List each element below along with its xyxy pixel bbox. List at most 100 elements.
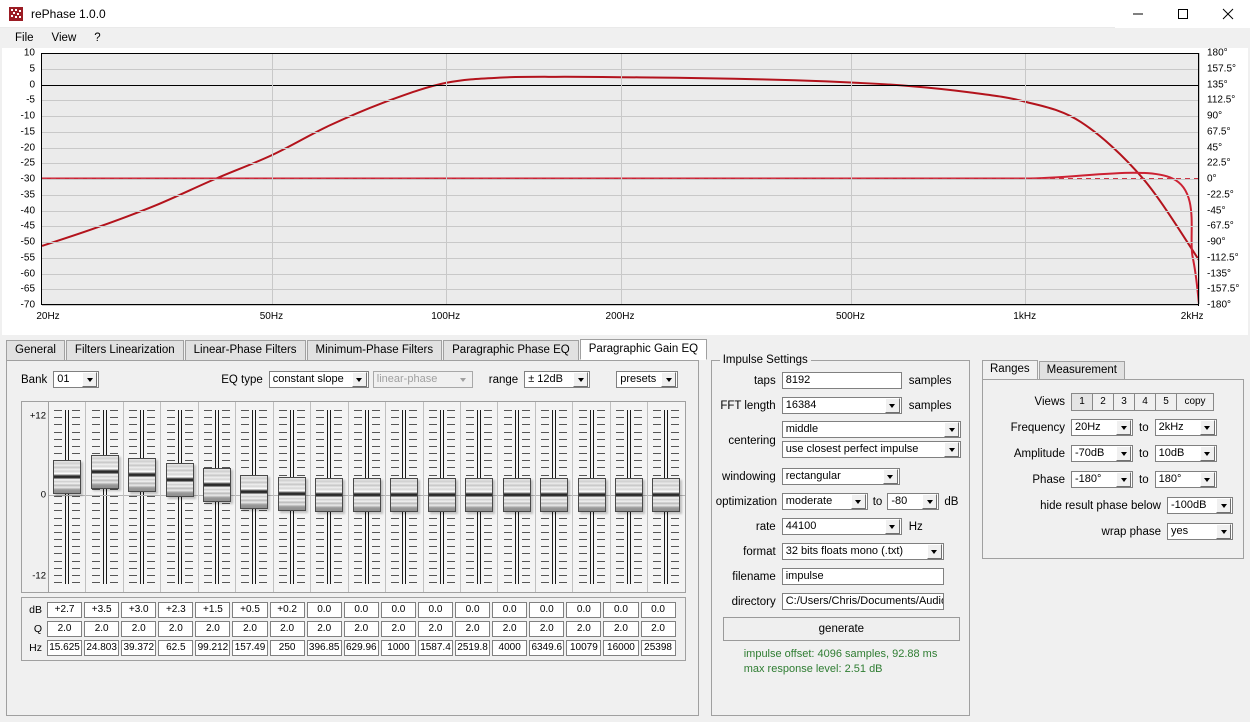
eqtype-select[interactable]: constant slope xyxy=(268,371,369,388)
eq-q-cell[interactable]: 2.0 xyxy=(417,620,454,637)
centering-mode-select[interactable]: use closest perfect impulse xyxy=(781,441,961,458)
frequency-from-select[interactable]: 20Hz xyxy=(1071,419,1133,436)
frequency-to-select[interactable]: 2kHz xyxy=(1154,419,1217,436)
eq-hz-cell[interactable]: 396.85 xyxy=(306,639,342,656)
bank-select[interactable]: 01 xyxy=(53,371,100,388)
menu-help[interactable]: ? xyxy=(85,30,109,46)
eq-hz-cell[interactable]: 2519.8 xyxy=(455,639,491,656)
centering-select[interactable]: middle xyxy=(781,421,961,438)
slider-knob[interactable] xyxy=(277,476,306,511)
eq-q-cell[interactable]: 2.0 xyxy=(492,620,528,637)
response-graph[interactable]: 10 5 0 -5 -10 -15 -20 -25 -30 -35 -40 -45 -50 -55 -60 -… xyxy=(2,48,1248,335)
tab-general[interactable]: General xyxy=(6,340,65,360)
eq-db-cell[interactable]: 0.0 xyxy=(343,601,379,618)
generate-button[interactable]: generate xyxy=(722,617,960,641)
eq-hz-cell[interactable]: 629.96 xyxy=(343,639,379,656)
wrap-phase-select[interactable]: yes xyxy=(1167,523,1233,540)
eq-q-cell[interactable]: 2.0 xyxy=(529,620,565,637)
fft-length-select[interactable]: 16384 xyxy=(781,397,902,414)
view-button-5[interactable]: 5 xyxy=(1155,392,1177,411)
eq-hz-cell[interactable]: 157.49 xyxy=(232,639,268,656)
eq-band-slider[interactable] xyxy=(573,402,611,592)
eq-db-cell[interactable]: 0.0 xyxy=(529,601,565,618)
hide-phase-select[interactable]: -100dB xyxy=(1167,497,1233,514)
eq-db-cell[interactable]: 0.0 xyxy=(417,601,454,618)
eq-hz-cell[interactable]: 24.803 xyxy=(84,639,120,656)
view-button-1[interactable]: 1 xyxy=(1071,392,1093,411)
slider-knob[interactable] xyxy=(465,478,494,513)
presets-select[interactable]: presets xyxy=(616,371,679,388)
menu-file[interactable]: File xyxy=(6,30,43,46)
slider-knob[interactable] xyxy=(315,478,344,513)
slider-knob[interactable] xyxy=(540,478,569,513)
tab-ranges[interactable]: Ranges xyxy=(982,360,1038,379)
slider-knob[interactable] xyxy=(53,460,82,495)
range-select[interactable]: ± 12dB xyxy=(524,371,591,388)
slider-knob[interactable] xyxy=(502,478,531,513)
slider-knob[interactable] xyxy=(240,474,269,509)
eq-q-cell[interactable]: 2.0 xyxy=(84,620,120,637)
phase-from-select[interactable]: -180° xyxy=(1071,471,1133,488)
eq-q-cell[interactable]: 2.0 xyxy=(343,620,379,637)
eq-db-cell[interactable]: 0.0 xyxy=(640,601,676,618)
eq-db-cell[interactable]: 0.0 xyxy=(306,601,342,618)
rate-select[interactable]: 44100 xyxy=(781,518,902,535)
eq-hz-cell[interactable]: 1587.4 xyxy=(417,639,454,656)
eq-band-slider[interactable] xyxy=(123,402,162,592)
eq-q-cell[interactable]: 2.0 xyxy=(640,620,676,637)
eq-db-cell[interactable]: 0.0 xyxy=(455,601,491,618)
eq-hz-cell[interactable]: 62.5 xyxy=(158,639,194,656)
eq-db-cell[interactable]: +2.3 xyxy=(158,601,194,618)
eq-band-slider[interactable] xyxy=(198,402,237,592)
eq-hz-cell[interactable]: 1000 xyxy=(380,639,416,656)
slider-knob[interactable] xyxy=(352,478,381,513)
amplitude-from-select[interactable]: -70dB xyxy=(1071,445,1133,462)
eq-band-slider[interactable] xyxy=(423,402,461,592)
eq-band-slider[interactable] xyxy=(535,402,574,592)
slider-knob[interactable] xyxy=(427,478,456,513)
slider-knob[interactable] xyxy=(615,478,644,513)
tab-paragraphic-phase-eq[interactable]: Paragraphic Phase EQ xyxy=(443,340,579,360)
filename-input[interactable]: impulse xyxy=(781,568,944,585)
slider-knob[interactable] xyxy=(165,462,194,497)
eq-db-cell[interactable]: 0.0 xyxy=(380,601,416,618)
plot-area[interactable] xyxy=(41,53,1200,306)
eq-q-cell[interactable]: 2.0 xyxy=(306,620,342,637)
slider-knob[interactable] xyxy=(390,478,419,513)
menu-view[interactable]: View xyxy=(43,30,86,46)
eq-hz-cell[interactable]: 10079 xyxy=(566,639,602,656)
eq-q-cell[interactable]: 2.0 xyxy=(380,620,416,637)
eq-q-cell[interactable]: 2.0 xyxy=(47,620,83,637)
eq-q-cell[interactable]: 2.0 xyxy=(455,620,491,637)
optimization-select[interactable]: moderate xyxy=(781,493,868,510)
amplitude-to-select[interactable]: 10dB xyxy=(1154,445,1217,462)
eq-band-slider[interactable] xyxy=(273,402,312,592)
eq-db-cell[interactable]: +3.5 xyxy=(84,601,120,618)
minimize-button[interactable] xyxy=(1115,0,1160,28)
eq-hz-cell[interactable]: 25398 xyxy=(640,639,676,656)
eq-band-slider[interactable] xyxy=(648,402,685,592)
eq-db-cell[interactable]: 0.0 xyxy=(492,601,528,618)
windowing-select[interactable]: rectangular xyxy=(781,468,900,485)
eq-q-cell[interactable]: 2.0 xyxy=(269,620,305,637)
format-select[interactable]: 32 bits floats mono (.txt) xyxy=(781,543,944,560)
tab-minimum-phase-filters[interactable]: Minimum-Phase Filters xyxy=(306,340,443,360)
eq-band-slider[interactable] xyxy=(311,402,349,592)
copy-view-button[interactable]: copy xyxy=(1176,392,1214,411)
eq-hz-cell[interactable]: 6349.6 xyxy=(529,639,565,656)
eq-band-slider[interactable] xyxy=(86,402,124,592)
eq-db-cell[interactable]: +0.5 xyxy=(232,601,268,618)
eq-hz-cell[interactable]: 4000 xyxy=(492,639,528,656)
slider-knob[interactable] xyxy=(90,455,119,490)
eq-q-cell[interactable]: 2.0 xyxy=(603,620,639,637)
eq-band-slider[interactable] xyxy=(386,402,424,592)
eq-q-cell[interactable]: 2.0 xyxy=(232,620,268,637)
eq-band-slider[interactable] xyxy=(610,402,649,592)
view-button-3[interactable]: 3 xyxy=(1113,392,1135,411)
eq-db-cell[interactable]: 0.0 xyxy=(603,601,639,618)
tab-linear-phase-filters[interactable]: Linear-Phase Filters xyxy=(184,340,306,360)
view-button-2[interactable]: 2 xyxy=(1092,392,1114,411)
view-button-4[interactable]: 4 xyxy=(1134,392,1156,411)
eq-band-slider[interactable] xyxy=(498,402,536,592)
eq-hz-cell[interactable]: 99.212 xyxy=(195,639,231,656)
